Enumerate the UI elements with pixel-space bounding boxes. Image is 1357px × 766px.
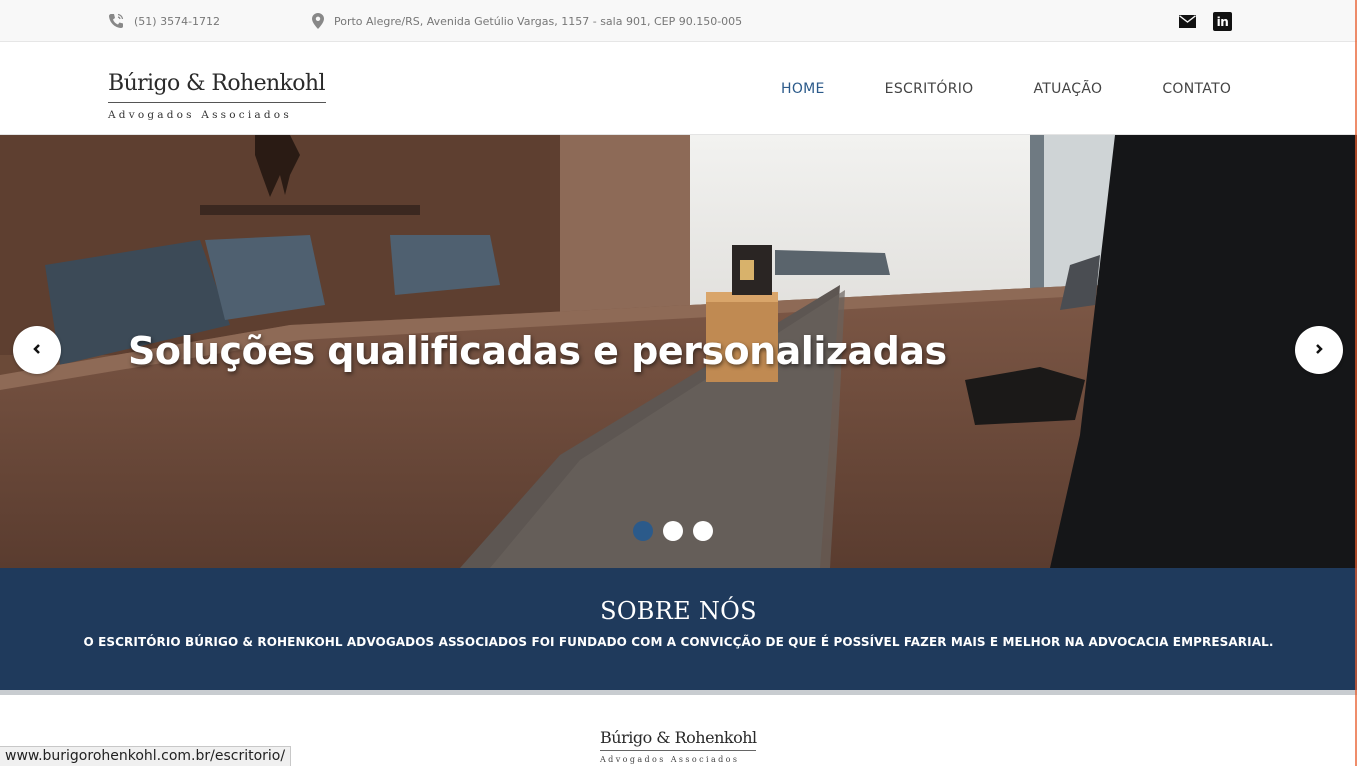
- slider-dot-1[interactable]: [633, 521, 653, 541]
- logo-subtitle: Advogados Associados: [108, 109, 292, 121]
- slider-prev-button[interactable]: [13, 326, 61, 374]
- address-info: Porto Alegre/RS, Avenida Getúlio Vargas,…: [312, 0, 742, 42]
- hero-headline: Soluções qualificadas e personalizadas: [128, 329, 947, 373]
- logo-divider: [108, 102, 326, 103]
- section-divider: [0, 690, 1357, 695]
- nav-atuacao[interactable]: ATUAÇÃO: [1033, 81, 1102, 97]
- about-text: O ESCRITÓRIO BÚRIGO & ROHENKOHL ADVOGADO…: [83, 635, 1274, 649]
- site-logo[interactable]: Búrigo & Rohenkohl Advogados Associados: [108, 70, 328, 121]
- nav-escritorio[interactable]: ESCRITÓRIO: [885, 81, 974, 97]
- hero-slider: Soluções qualificadas e personalizadas: [0, 135, 1357, 568]
- slider-dot-3[interactable]: [693, 521, 713, 541]
- footer-logo-divider: [600, 750, 756, 751]
- logo-name: Búrigo & Rohenkohl: [108, 71, 326, 96]
- linkedin-icon[interactable]: in: [1213, 12, 1232, 31]
- browser-status-url: www.burigorohenkohl.com.br/escritorio/: [0, 746, 292, 766]
- chevron-left-icon: [30, 341, 44, 360]
- about-title: SOBRE NÓS: [600, 597, 757, 625]
- chevron-right-icon: [1312, 341, 1326, 360]
- map-pin-icon: [312, 13, 324, 29]
- nav-contato[interactable]: CONTATO: [1162, 81, 1231, 97]
- slider-pagination: [633, 521, 713, 541]
- slider-next-button[interactable]: [1295, 326, 1343, 374]
- site-header: Búrigo & Rohenkohl Advogados Associados …: [0, 42, 1357, 135]
- footer-logo[interactable]: Búrigo & Rohenkohl Advogados Associados: [600, 728, 760, 764]
- address-text: Porto Alegre/RS, Avenida Getúlio Vargas,…: [334, 14, 743, 28]
- mail-icon[interactable]: [1178, 12, 1196, 30]
- top-bar: (51) 3574-1712 Porto Alegre/RS, Avenida …: [0, 0, 1357, 42]
- about-section: SOBRE NÓS O ESCRITÓRIO BÚRIGO & ROHENKOH…: [0, 568, 1357, 690]
- slider-dot-2[interactable]: [663, 521, 683, 541]
- phone-icon: [108, 13, 124, 29]
- phone-number: (51) 3574-1712: [134, 14, 221, 28]
- main-nav: HOME ESCRITÓRIO ATUAÇÃO CONTATO: [781, 42, 1291, 135]
- nav-home[interactable]: HOME: [781, 81, 825, 97]
- phone-info: (51) 3574-1712: [108, 0, 220, 42]
- footer-logo-name: Búrigo & Rohenkohl: [600, 728, 757, 747]
- footer-logo-subtitle: Advogados Associados: [600, 755, 740, 764]
